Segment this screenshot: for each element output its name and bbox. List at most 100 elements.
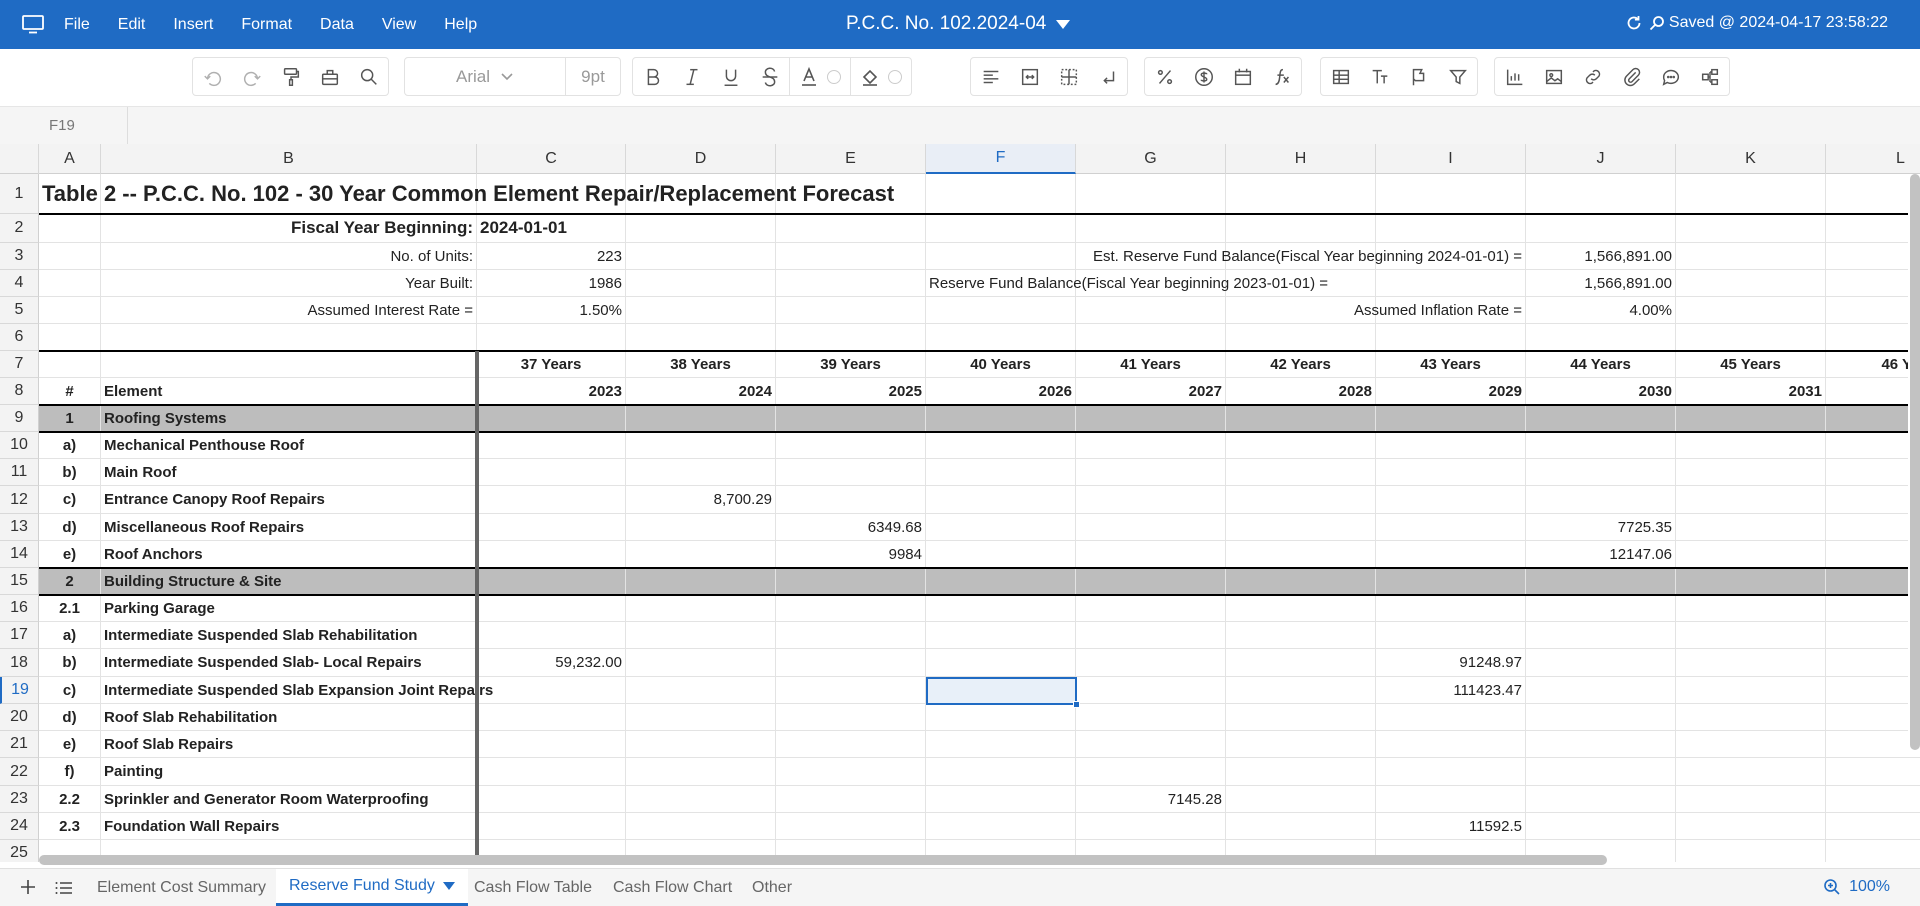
grid-cell[interactable] [1226,786,1376,813]
grid-cell[interactable] [926,595,1076,622]
age-header[interactable]: 46 Ye [1826,351,1920,378]
age-header[interactable]: 42 Years [1226,351,1376,378]
grid-cell[interactable] [926,731,1076,758]
grid-cell[interactable] [477,704,626,731]
column-header-l[interactable]: L [1826,144,1920,174]
item-name[interactable]: Roofing Systems [101,405,477,432]
grid-cell[interactable] [1226,459,1376,486]
selected-cell[interactable] [926,677,1077,705]
section-fill[interactable] [1826,568,1920,595]
grid-cell[interactable] [1076,297,1226,324]
section-fill[interactable] [1526,568,1676,595]
year-header[interactable]: 2026 [926,378,1076,405]
underline-button[interactable] [711,58,750,95]
age-header[interactable]: 37 Years [477,351,626,378]
grid-cell[interactable] [1226,649,1376,677]
grid-cell[interactable] [626,649,776,677]
menu-edit[interactable]: Edit [118,16,146,34]
grid-cell[interactable] [1826,324,1920,351]
italic-button[interactable] [672,58,711,95]
grid-cell[interactable] [477,595,626,622]
tab-element-cost-summary[interactable]: Element Cost Summary [84,869,279,906]
row-header-7[interactable]: 7 [0,351,39,378]
grid-cell[interactable] [1226,731,1376,758]
grid-cell[interactable] [1376,704,1526,731]
age-header[interactable]: 43 Years [1376,351,1526,378]
document-title[interactable]: P.C.C. No. 102.2024-04 [846,13,1071,35]
item-name[interactable]: Foundation Wall Repairs [101,813,477,840]
row-header-14[interactable]: 14 [0,541,39,568]
grid-cell[interactable] [1076,595,1226,622]
grid-cell[interactable] [1076,677,1226,704]
section-fill[interactable] [626,405,776,432]
bold-button[interactable] [633,58,672,95]
item-name[interactable]: Entrance Canopy Roof Repairs [101,486,477,514]
grid-cell[interactable] [477,731,626,758]
section-fill[interactable] [1076,568,1226,595]
item-name[interactable]: Mechanical Penthouse Roof [101,432,477,459]
add-sheet-icon[interactable] [18,877,38,897]
cell-reference-box[interactable]: F19 [0,107,128,144]
grid-cell[interactable] [39,351,101,378]
grid-cell[interactable] [1076,813,1226,840]
age-header[interactable]: 44 Years [1526,351,1676,378]
section-fill[interactable] [1226,568,1376,595]
row-header-24[interactable]: 24 [0,813,39,840]
grid-cell[interactable] [776,704,926,731]
grid-cell[interactable] [1526,731,1676,758]
section-fill[interactable] [1676,405,1826,432]
grid-cell[interactable] [101,351,477,378]
grid-cell[interactable] [1226,704,1376,731]
row-header-15[interactable]: 15 [0,568,39,595]
grid-cell[interactable] [1826,486,1920,514]
grid-cell[interactable] [477,677,626,704]
grid-cell[interactable] [477,432,626,459]
units-label[interactable]: No. of Units: [39,243,477,270]
grid-cell[interactable] [626,622,776,649]
year-header[interactable]: 2030 [1526,378,1676,405]
section-fill[interactable] [1826,405,1920,432]
redo-button[interactable] [232,58,271,95]
menu-help[interactable]: Help [444,16,477,34]
est-balance-value[interactable]: 1,566,891.00 [1526,243,1676,270]
grid-cell[interactable] [1076,214,1226,243]
row-header-6[interactable]: 6 [0,324,39,351]
chart-button[interactable] [1495,58,1534,95]
conditional-format-button[interactable] [1399,58,1438,95]
grid-cell[interactable] [926,459,1076,486]
row-header-20[interactable]: 20 [0,704,39,731]
age-header[interactable]: 41 Years [1076,351,1226,378]
grid-cell[interactable] [1526,677,1676,704]
grid-cell[interactable] [1526,649,1676,677]
select-all-corner[interactable] [0,144,39,174]
merge-cells-button[interactable] [1010,58,1049,95]
year-header[interactable]: 2029 [1376,378,1526,405]
item-name[interactable]: Roof Slab Repairs [101,731,477,758]
grid-cell[interactable] [1826,270,1920,297]
element-header[interactable]: Element [101,378,477,405]
grid-cell[interactable] [1826,622,1920,649]
grid-cell[interactable] [1676,622,1826,649]
grid-cell[interactable] [1526,486,1676,514]
grid-cell[interactable] [1376,214,1526,243]
age-header[interactable]: 39 Years [776,351,926,378]
section-fill[interactable] [1676,568,1826,595]
item-number[interactable]: e) [39,731,101,758]
item-number[interactable]: d) [39,514,101,541]
row-header-25[interactable]: 25 [0,840,39,862]
horizontal-scrollbar[interactable] [39,855,1920,865]
grid-cell[interactable] [477,459,626,486]
grid-cell[interactable] [626,514,776,541]
item-name[interactable]: Intermediate Suspended Slab- Local Repai… [101,649,477,677]
item-number[interactable]: d) [39,704,101,731]
grid-cell[interactable] [1826,595,1920,622]
grid-cell[interactable] [926,786,1076,813]
grid-cell[interactable] [1376,459,1526,486]
grid-cell[interactable] [626,813,776,840]
cost-value[interactable]: 7145.28 [1076,786,1226,813]
grid-cell[interactable] [776,214,926,243]
row-header-21[interactable]: 21 [0,731,39,758]
grid-cell[interactable] [1826,677,1920,704]
refresh-icon[interactable] [1625,14,1643,32]
cost-value[interactable]: 11592.5 [1376,813,1526,840]
